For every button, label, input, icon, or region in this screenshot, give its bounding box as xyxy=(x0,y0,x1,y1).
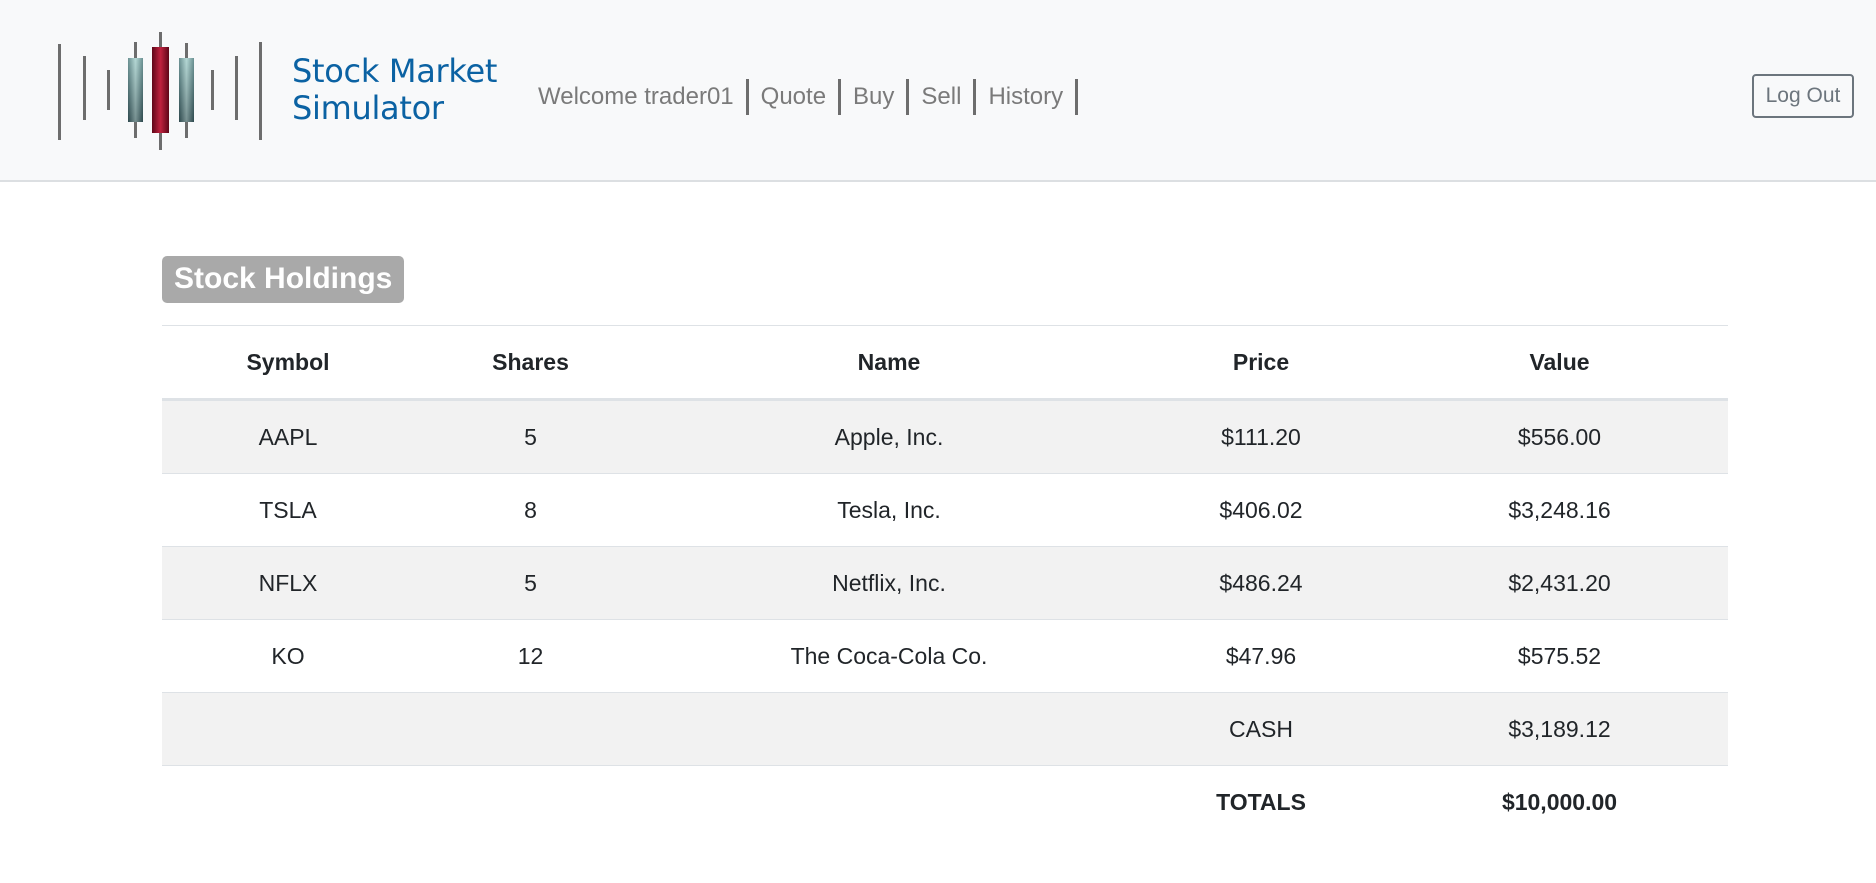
cash-row: CASH $3,189.12 xyxy=(162,692,1728,766)
logout-button[interactable]: Log Out xyxy=(1752,74,1854,118)
column-header-shares: Shares xyxy=(414,325,647,401)
empty-cell xyxy=(647,692,1131,766)
column-header-symbol: Symbol xyxy=(162,325,414,401)
table-row: NFLX 5 Netflix, Inc. $486.24 $2,431.20 xyxy=(162,546,1728,620)
empty-cell xyxy=(162,765,414,838)
cell-symbol: AAPL xyxy=(162,399,414,474)
cell-shares: 8 xyxy=(414,473,647,547)
column-header-price: Price xyxy=(1131,325,1391,401)
empty-cell xyxy=(414,692,647,766)
table-row: AAPL 5 Apple, Inc. $111.20 $556.00 xyxy=(162,399,1728,474)
table-row: KO 12 The Coca-Cola Co. $47.96 $575.52 xyxy=(162,619,1728,693)
cash-value: $3,189.12 xyxy=(1391,692,1728,766)
main-nav: Welcome trader01 Quote Buy Sell History xyxy=(538,78,1079,116)
nav-link-quote[interactable]: Quote xyxy=(749,79,842,115)
column-header-value: Value xyxy=(1391,325,1728,401)
brand-title: Stock Market Simulator xyxy=(292,53,497,127)
cell-value: $2,431.20 xyxy=(1391,546,1728,620)
candlestick-chart-icon xyxy=(58,32,262,150)
cell-price: $406.02 xyxy=(1131,473,1391,547)
cell-name: Netflix, Inc. xyxy=(647,546,1131,620)
totals-row: TOTALS $10,000.00 xyxy=(162,765,1728,838)
brand-title-line1: Stock Market xyxy=(292,52,498,90)
totals-label: TOTALS xyxy=(1131,765,1391,838)
nav-link-buy[interactable]: Buy xyxy=(841,79,910,115)
brand-link[interactable]: Stock Market Simulator xyxy=(56,30,497,150)
nav-link-sell[interactable]: Sell xyxy=(909,79,977,115)
totals-value: $10,000.00 xyxy=(1391,765,1728,838)
welcome-text: Welcome trader01 xyxy=(538,79,749,115)
holdings-table: Symbol Shares Name Price Value AAPL 5 Ap… xyxy=(162,325,1728,838)
table-header-row: Symbol Shares Name Price Value xyxy=(162,325,1728,401)
navbar: Stock Market Simulator Welcome trader01 … xyxy=(0,0,1876,182)
cell-value: $575.52 xyxy=(1391,619,1728,693)
cell-shares: 5 xyxy=(414,399,647,474)
cell-shares: 12 xyxy=(414,619,647,693)
main-content: Stock Holdings Symbol Shares Name Price … xyxy=(162,256,1728,838)
empty-cell xyxy=(647,765,1131,838)
cell-name: Tesla, Inc. xyxy=(647,473,1131,547)
cell-price: $47.96 xyxy=(1131,619,1391,693)
cell-price: $486.24 xyxy=(1131,546,1391,620)
cell-value: $556.00 xyxy=(1391,399,1728,474)
table-row: TSLA 8 Tesla, Inc. $406.02 $3,248.16 xyxy=(162,473,1728,547)
page-title: Stock Holdings xyxy=(162,256,405,303)
cell-symbol: KO xyxy=(162,619,414,693)
cell-symbol: NFLX xyxy=(162,546,414,620)
cell-price: $111.20 xyxy=(1131,399,1391,474)
brand-title-line2: Simulator xyxy=(292,89,444,127)
cell-symbol: TSLA xyxy=(162,473,414,547)
column-header-name: Name xyxy=(647,325,1131,401)
cell-name: Apple, Inc. xyxy=(647,399,1131,474)
empty-cell xyxy=(414,765,647,838)
cell-value: $3,248.16 xyxy=(1391,473,1728,547)
cell-name: The Coca-Cola Co. xyxy=(647,619,1131,693)
empty-cell xyxy=(162,692,414,766)
nav-link-history[interactable]: History xyxy=(976,79,1079,115)
cash-label: CASH xyxy=(1131,692,1391,766)
cell-shares: 5 xyxy=(414,546,647,620)
